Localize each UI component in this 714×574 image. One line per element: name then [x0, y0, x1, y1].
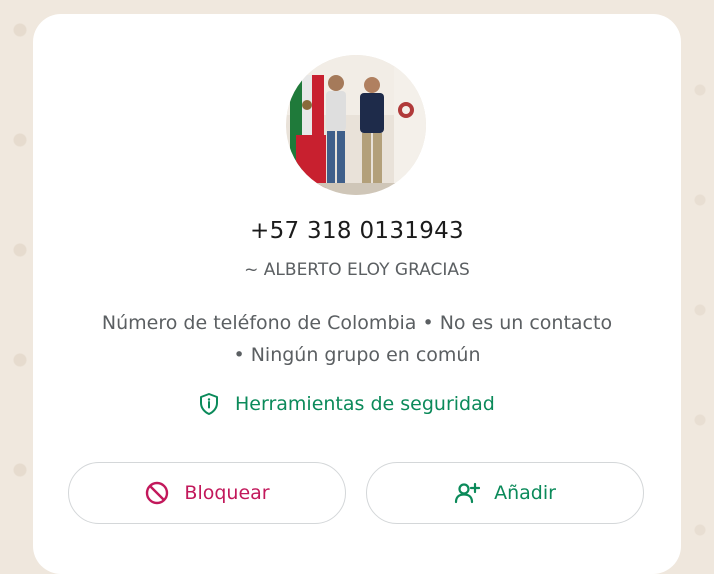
block-button[interactable]: Bloquear [68, 462, 346, 524]
security-tools-link[interactable]: Herramientas de seguridad [197, 390, 495, 418]
info-line-2: • Ningún grupo en común [233, 344, 481, 366]
phone-number: +57 318 0131943 [250, 218, 464, 244]
block-icon [144, 480, 170, 506]
add-button-label: Añadir [494, 482, 556, 504]
info-line-1: Número de teléfono de Colombia • No es u… [101, 312, 613, 334]
avatar[interactable] [286, 55, 426, 195]
avatar-photo [286, 55, 426, 195]
add-person-icon [454, 480, 481, 506]
add-contact-button[interactable]: Añadir [366, 462, 644, 524]
contact-push-name: ~ ALBERTO ELOY GRACIAS [244, 260, 470, 280]
security-tools-label: Herramientas de seguridad [235, 393, 495, 415]
block-button-label: Bloquear [184, 482, 270, 504]
shield-icon [197, 392, 221, 416]
contact-info-text: Número de teléfono de Colombia • No es u… [0, 307, 714, 371]
